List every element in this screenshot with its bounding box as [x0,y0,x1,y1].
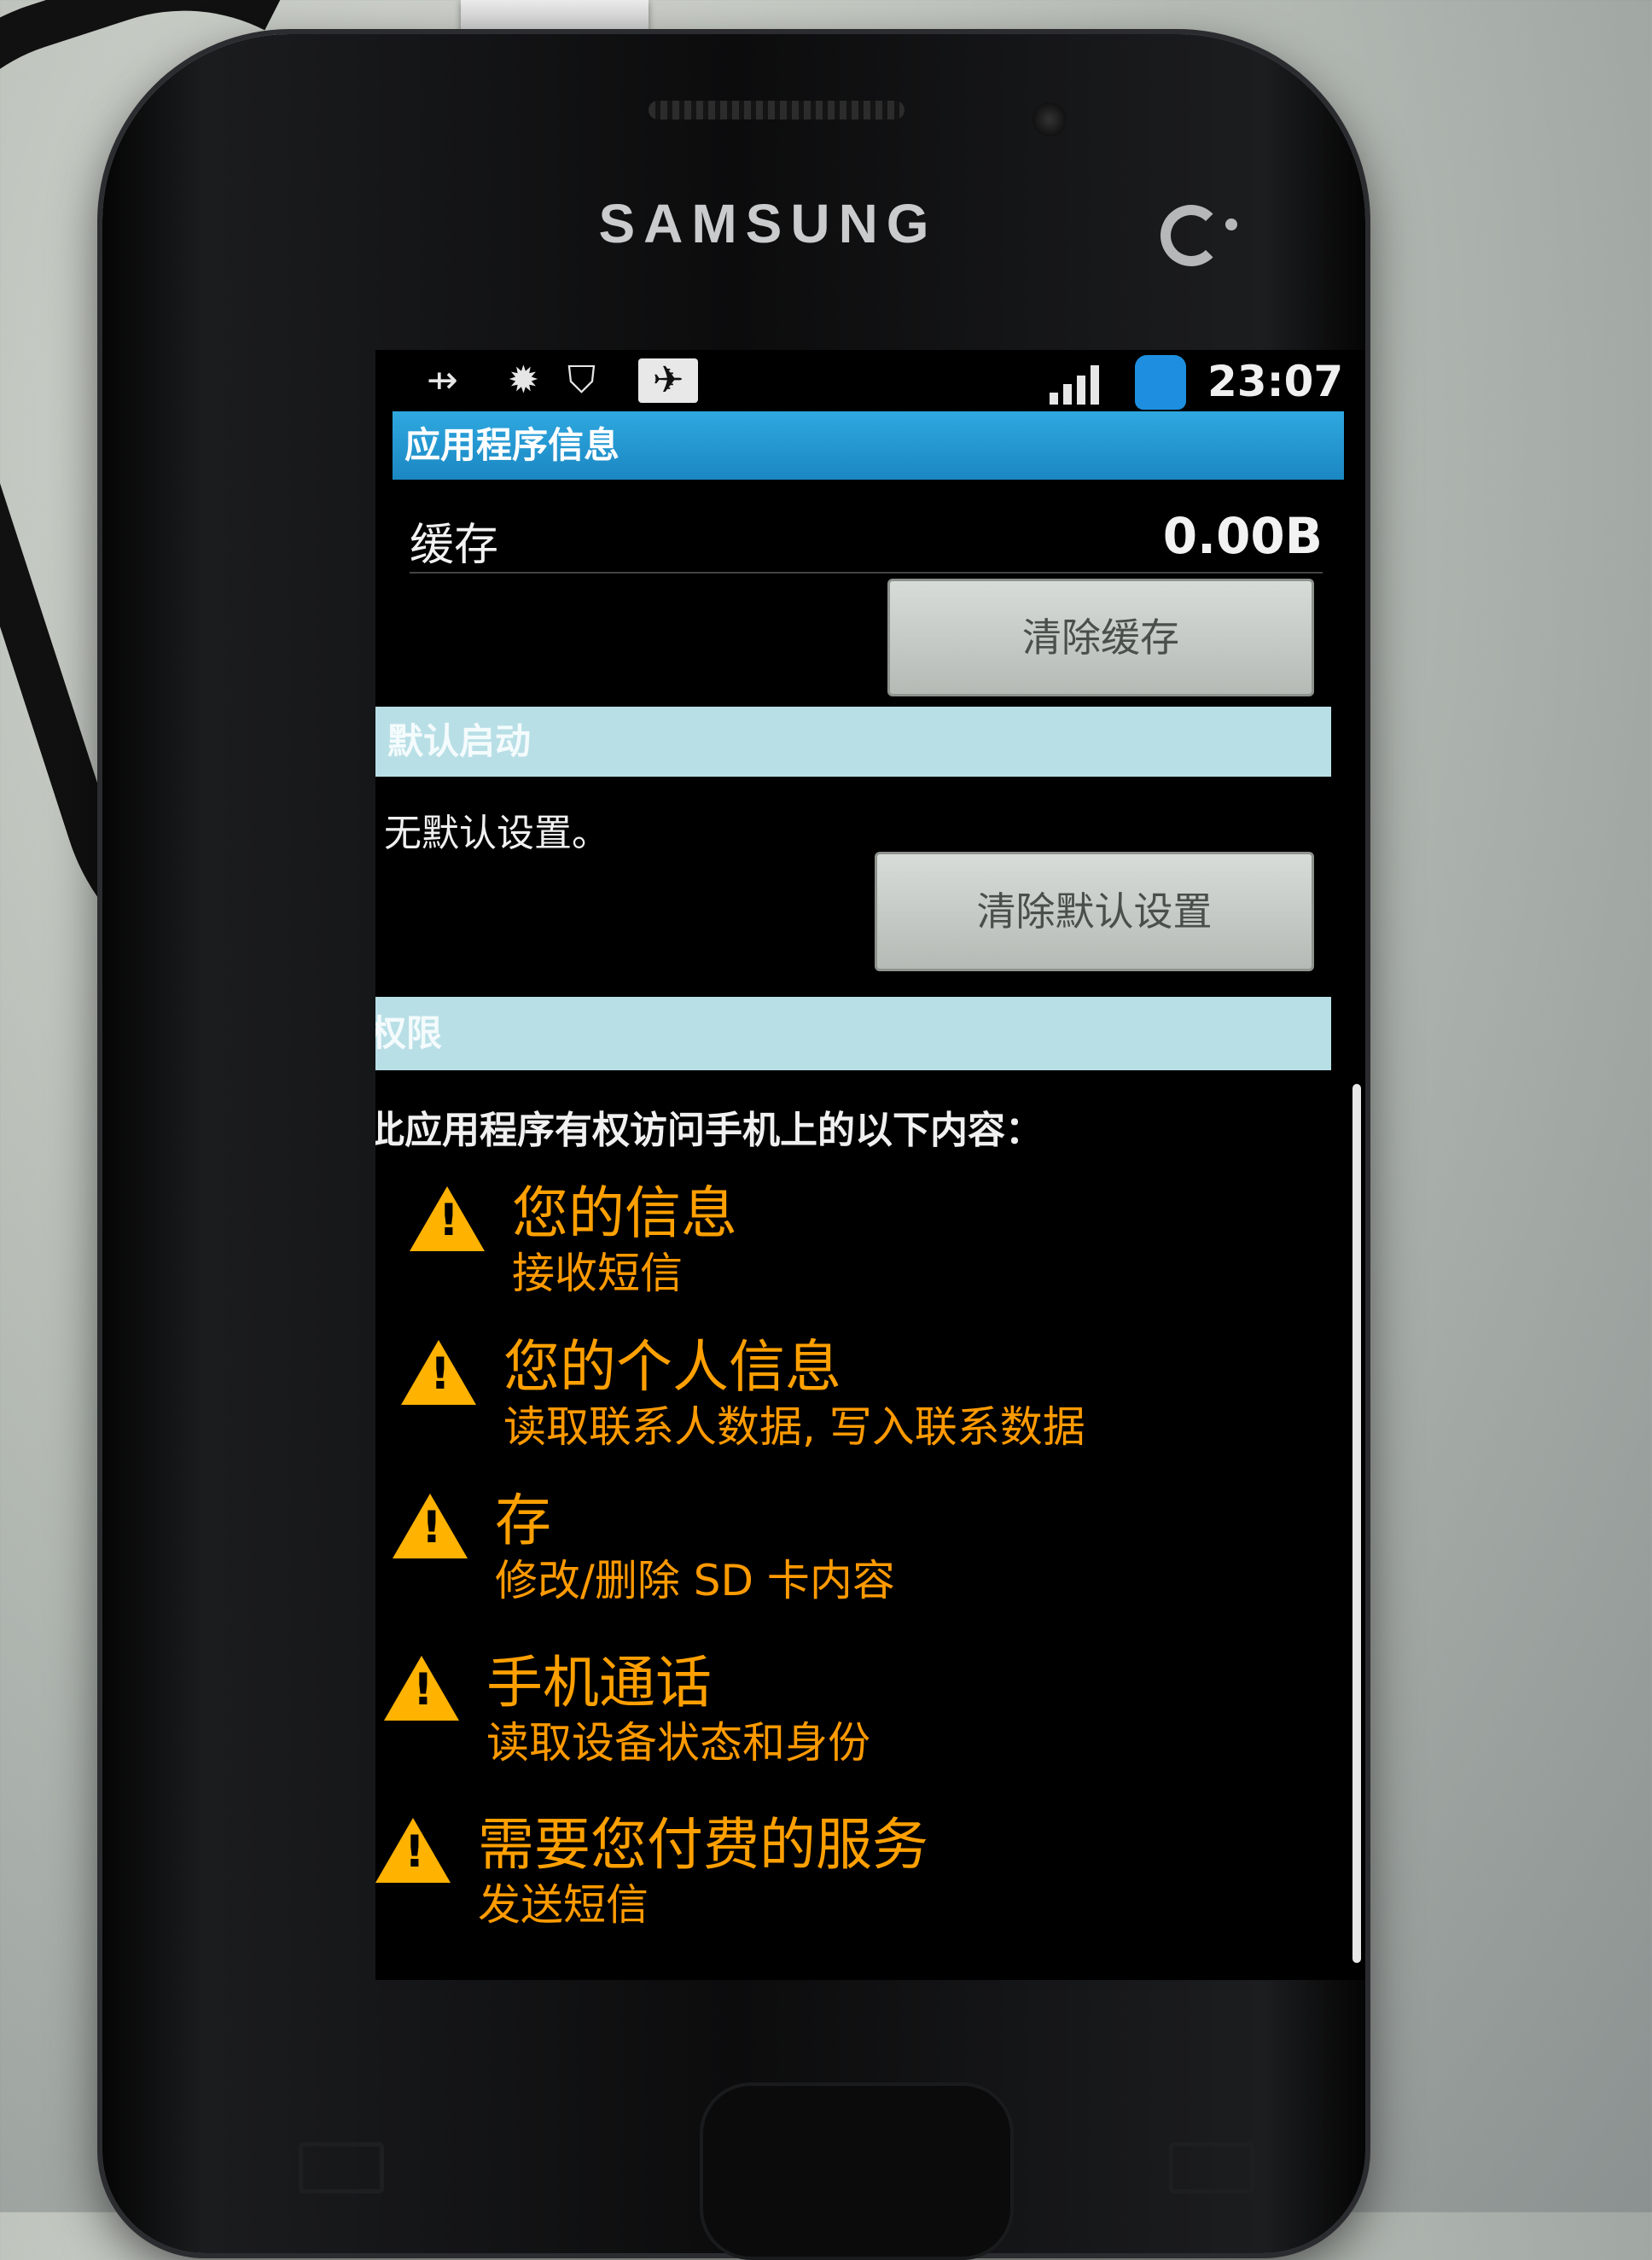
warning-icon [384,1656,459,1721]
phone-body: SAMSUNG ⇸ ✹ ⛉ ✈ 23:07 应用程序信息 缓存 0.00B 清除… [102,34,1365,2260]
permission-detail: 读取联系人数据, 写入联系数据 [503,1402,1085,1452]
carrier-logo-icon [1160,205,1237,266]
permissions-intro: 此应用程序有权访问手机上的以下内容： [375,1109,1043,1152]
usb-icon: ⇸ [427,358,458,402]
clear-defaults-button[interactable]: 清除默认设置 [875,852,1314,971]
permission-title: 您的信息 [512,1180,737,1246]
shield-icon: ⛉ [567,358,596,402]
permission-detail: 修改/删除 SD 卡内容 [495,1556,895,1605]
scrollbar[interactable] [1352,1084,1361,1963]
status-bar[interactable]: ⇸ ✹ ⛉ ✈ 23:07 [375,350,1365,411]
permission-detail: 读取设备状态和身份 [486,1718,870,1768]
permission-item[interactable]: 手机通话 读取设备状态和身份 [384,1650,1323,1801]
warning-icon [410,1186,485,1251]
brand-logo: SAMSUNG [598,193,938,254]
earpiece-speaker [649,101,905,119]
cache-value: 0.00B [1162,507,1323,565]
permission-title: 手机通话 [486,1650,712,1715]
warning-icon [375,1818,451,1883]
bug-icon: ✹ [508,358,539,402]
permission-item[interactable]: 存 修改/删除 SD 卡内容 [393,1488,1331,1639]
default-launch-header: 默认启动 [375,707,1331,777]
clear-cache-button[interactable]: 清除缓存 [887,579,1314,696]
home-key[interactable] [700,2082,1014,2260]
permission-item[interactable]: 您的个人信息 读取联系人数据, 写入联系数据 [401,1334,1340,1485]
warning-icon [401,1340,476,1405]
signal-icon [1050,362,1118,405]
permission-detail: 接收短信 [512,1249,683,1298]
notification-icon: ✈ [638,358,698,403]
battery-icon [1135,355,1186,410]
permission-title: 您的个人信息 [503,1334,841,1400]
back-key[interactable] [1169,2142,1254,2193]
screen: ⇸ ✹ ⛉ ✈ 23:07 应用程序信息 缓存 0.00B 清除缓存 默认启动 … [375,350,1365,1980]
permissions-header: 权限 [375,997,1331,1070]
permission-title: 需要您付费的服务 [478,1812,928,1878]
cache-row: 缓存 0.00B [410,504,1323,574]
page-title: 应用程序信息 [393,411,1344,480]
permission-title: 存 [495,1488,551,1553]
cache-label: 缓存 [410,520,499,571]
permission-item[interactable]: 需要您付费的服务 发送短信 [375,1812,1314,1963]
status-clock: 23:07 [1207,357,1344,406]
menu-key[interactable] [299,2142,384,2193]
warning-icon [393,1494,468,1558]
front-camera [1032,102,1067,137]
permission-detail: 发送短信 [478,1880,649,1930]
default-launch-text: 无默认设置。 [384,812,609,855]
permission-item[interactable]: 您的信息 接收短信 [410,1180,1348,1331]
